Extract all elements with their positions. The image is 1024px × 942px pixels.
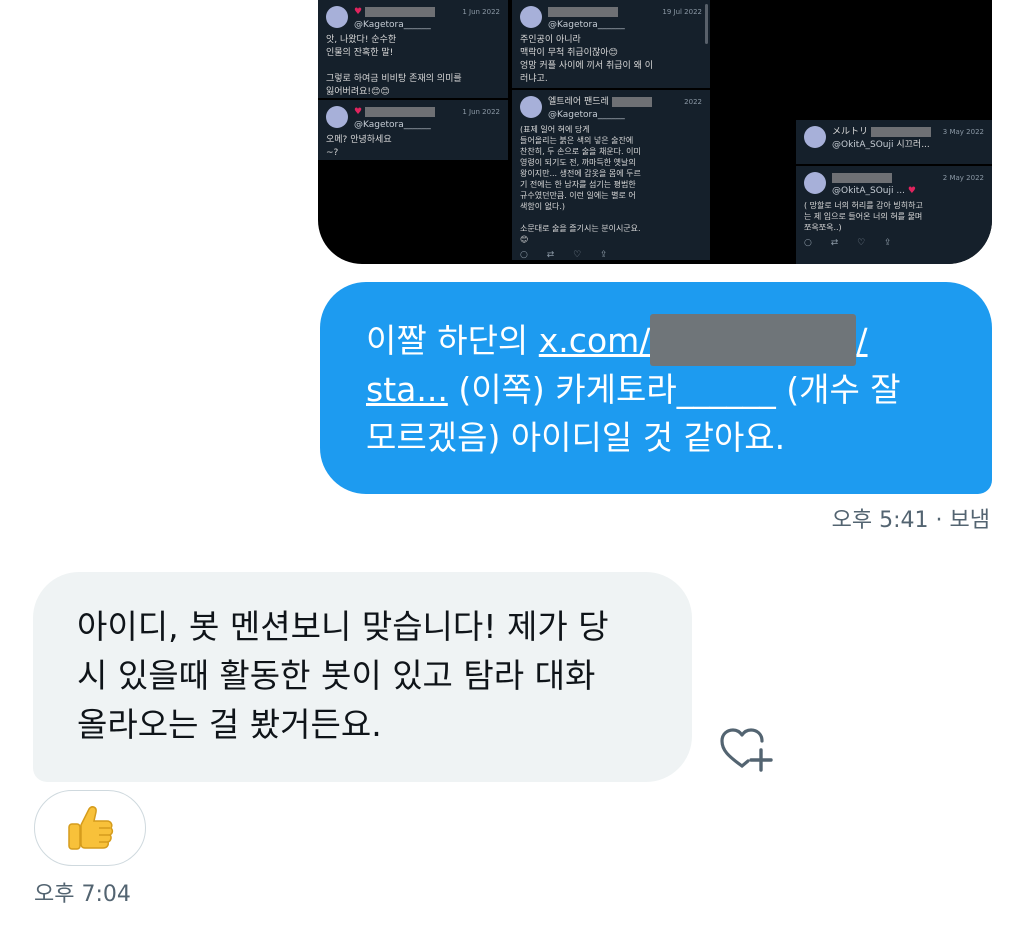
tweet-date: 2 May 2022 (942, 174, 984, 182)
tweet-text: (표제 일어 혀에 당게 들어올리는 붉은 색의 넣은 술잔에 찬찬히, 두 손… (520, 125, 641, 244)
tweet-display-name: 엘트레어 팬드레 (548, 97, 609, 107)
tweet-handle: @Kagetora______ (548, 20, 625, 30)
message-text: 모르겠음) 아이디일 것 같아요. (366, 418, 786, 457)
tweet-card: 2022 엘트레어 팬드레 @Kagetora______ (표제 일어 혀에 … (512, 90, 710, 260)
avatar (804, 126, 826, 148)
heart-plus-icon (720, 728, 773, 772)
tweet-handle: @OkitA_SOuji (832, 140, 894, 150)
redacted-name (832, 172, 892, 183)
tweet-card: 3 May 2022 メルトリ @OkitA_SOuji 시끄러... (796, 120, 992, 164)
tweet-handle: @Kagetora______ (354, 20, 431, 30)
avatar (326, 6, 348, 28)
tweet-text: 앗, 나왔다! 순수한 인물의 잔혹한 말! 그렇로 하여금 비비탕 존재의 의… (326, 35, 462, 97)
tweet-text: 주인공이 아니라 맥락이 무척 취급이잖아😊 엉망 커플 사이에 끼서 취급이 … (520, 35, 654, 84)
avatar (326, 106, 348, 128)
tweet-card: 19 Jul 2022 @Kagetora______ 주인공이 아니라 맥락이… (512, 0, 710, 101)
tweet-text: 오메? 안녕하세요 ~? (326, 135, 392, 158)
message-meta: 오후 5:41 · 보냄 (832, 506, 990, 536)
reaction-pill[interactable] (34, 790, 146, 866)
message-text: 시 있을때 활동한 봇이 있고 탐라 대화 (77, 656, 596, 695)
shared-image-attachment[interactable]: 1 Jun 2022 ♥ @Kagetora______ 앗, 나왔다! 순수한… (318, 0, 992, 264)
tweet-card: 1 Jun 2022 ♥ @Kagetora______ 앗, 나왔다! 순수한… (318, 0, 508, 114)
message-text: 아이디, 봇 멘션보니 맞습니다! 제가 당 (77, 607, 609, 646)
tweet-card: 2 May 2022 @OkitA_SOuji ... ♥ ( 망할로 너의 허… (796, 166, 992, 264)
tweet-display-name: メルトリ (832, 127, 869, 137)
tweet-actions: ○ ⇄ ♡ ⇪ (804, 238, 900, 248)
tweet-text: 시끄러... (896, 140, 930, 150)
tweet-date: 1 Jun 2022 (462, 8, 500, 16)
message-time: 오후 7:04 (34, 882, 131, 907)
redacted-name (364, 106, 435, 117)
avatar (520, 6, 542, 28)
redacted-name (548, 6, 618, 17)
heart-icon: ♥ (907, 186, 916, 196)
redacted-name (611, 96, 652, 107)
tweet-date: 3 May 2022 (942, 128, 984, 136)
message-link[interactable]: x.com/ / (538, 314, 868, 366)
tweet-text: ( 망할로 너의 허리를 감아 빙히하고 는 제 입으로 들어온 너의 혀를 물… (804, 201, 923, 232)
tweet-date: 1 Jun 2022 (462, 108, 500, 116)
link-text: / (856, 321, 868, 360)
message-status: · 보냄 (935, 508, 990, 533)
message-text: 이짤 하단의 (366, 321, 539, 360)
tweet-date: 19 Jul 2022 (662, 8, 702, 16)
heart-icon: ♥ (354, 7, 363, 17)
link-text: x.com/ (538, 321, 651, 360)
tweet-handle: @Kagetora______ (548, 110, 625, 120)
redacted-name (364, 6, 435, 17)
sent-message-bubble[interactable]: 이짤 하단의 x.com/ / sta... (이쪽) 카게토라______ (개… (320, 282, 992, 494)
message-link[interactable]: sta... (366, 370, 448, 409)
tweet-actions: ○ ⇄ ♡ ⇪ (520, 250, 616, 260)
tweet-date: 2022 (684, 98, 702, 106)
redacted-name (870, 126, 931, 137)
avatar (804, 172, 826, 194)
tweet-handle: @OkitA_SOuji ... (832, 186, 905, 196)
received-message-bubble[interactable]: 아이디, 봇 멘션보니 맞습니다! 제가 당 시 있을때 활동한 봇이 있고 탐… (33, 572, 692, 782)
tweet-card: 1 Jun 2022 ♥ @Kagetora______ 오메? 안녕하세요 ~… (318, 100, 508, 160)
heart-plus-icon[interactable] (718, 726, 774, 774)
tweet-handle: @Kagetora______ (354, 120, 431, 130)
avatar (520, 96, 542, 118)
redacted-username (650, 314, 857, 366)
message-text: 올라오는 걸 봤거든요. (77, 705, 382, 744)
scrollbar (705, 4, 708, 44)
thumbs-up-icon (68, 806, 114, 850)
message-text: (이쪽) 카게토라______ (개수 잘 (447, 370, 901, 409)
heart-icon: ♥ (354, 107, 363, 117)
message-time: 오후 5:41 (831, 508, 929, 533)
